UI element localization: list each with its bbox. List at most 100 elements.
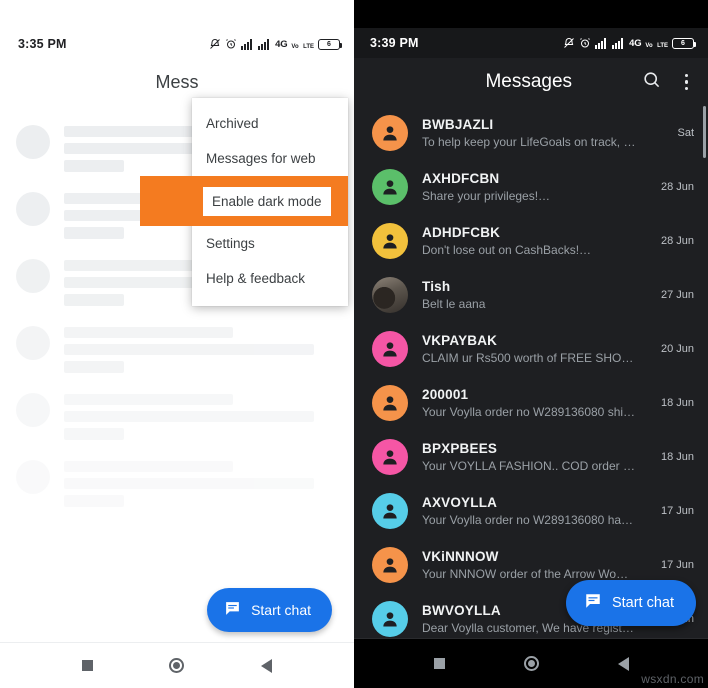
avatar xyxy=(372,115,408,151)
skeleton-lines xyxy=(64,391,336,440)
skeleton-avatar xyxy=(16,393,50,427)
avatar xyxy=(372,277,408,313)
network-4g-icon: 4G xyxy=(275,38,288,50)
app-bar-actions xyxy=(642,70,695,95)
conversation-date: 28 Jun xyxy=(660,235,694,247)
list-item-text: BPXPBEES Your VOYLLA FASHION.. COD order… xyxy=(422,441,641,473)
conversation-snippet: Belt le aana xyxy=(422,297,486,311)
left-status-bar: 3:35 PM 4G Vo LTE 6 xyxy=(0,28,354,60)
menu-item-settings[interactable]: Settings xyxy=(192,226,348,261)
avatar xyxy=(372,223,408,259)
menu-item-archived[interactable]: Archived xyxy=(192,106,348,141)
conversation-snippet: CLAIM ur Rs500 worth of FREE SHOP… xyxy=(422,351,637,365)
conversation-name: Tish xyxy=(422,279,451,294)
volte-icon: Vo LTE xyxy=(291,44,314,50)
square-icon[interactable] xyxy=(82,660,94,671)
page-title: Messages xyxy=(485,71,573,92)
skeleton-row xyxy=(0,315,354,382)
conversation-list[interactable]: BWBJAZLI To help keep your LifeGoals on … xyxy=(354,106,708,646)
conversation-date: 18 Jun xyxy=(660,451,694,463)
square-icon[interactable] xyxy=(433,658,445,669)
conversation-date: Sat xyxy=(677,127,694,139)
status-icons: 4G Vo LTE 6 xyxy=(563,34,696,52)
alarm-icon xyxy=(579,37,591,49)
skeleton-row xyxy=(0,382,354,449)
skeleton-avatar xyxy=(16,125,50,159)
list-item[interactable]: ADHDFCBK Don't lose out on CashBacks!… 2… xyxy=(354,214,708,268)
list-item-text: Tish Belt le aana xyxy=(422,279,641,311)
skeleton-row xyxy=(0,449,354,516)
alarm-icon xyxy=(225,38,237,50)
triangle-back-icon[interactable] xyxy=(617,656,629,671)
conversation-date: 17 Jun xyxy=(660,505,694,517)
search-icon[interactable] xyxy=(642,70,661,94)
conversation-snippet: To help keep your LifeGoals on track, Ba… xyxy=(422,135,637,149)
chat-bubble-icon xyxy=(224,600,241,620)
list-item-text: 200001 Your Voylla order no W289136080 s… xyxy=(422,387,641,419)
page-title: Mess xyxy=(155,72,199,92)
status-icons: 4G Vo LTE 6 xyxy=(209,35,342,53)
left-nav-bar[interactable] xyxy=(0,642,354,688)
avatar xyxy=(372,439,408,475)
silent-icon xyxy=(563,37,575,49)
list-item[interactable]: BWBJAZLI To help keep your LifeGoals on … xyxy=(354,106,708,160)
conversation-date: 27 Jun xyxy=(660,289,694,301)
conversation-snippet: Don't lose out on CashBacks!… xyxy=(422,243,592,257)
volte-icon: Vo LTE xyxy=(645,43,668,49)
avatar xyxy=(372,169,408,205)
circle-icon[interactable] xyxy=(169,658,185,673)
conversation-snippet: Your Voylla order no W289136080 shi… xyxy=(422,405,636,419)
conversation-name: AXVOYLLA xyxy=(422,495,498,510)
conversation-date: 18 Jun xyxy=(660,397,694,409)
signal-icon xyxy=(595,37,608,49)
triangle-back-icon[interactable] xyxy=(260,658,272,673)
signal-icon xyxy=(258,38,271,50)
skeleton-avatar xyxy=(16,460,50,494)
list-item-text: VKPAYBAK CLAIM ur Rs500 worth of FREE SH… xyxy=(422,333,641,365)
right-top-margin xyxy=(354,0,708,28)
skeleton-lines xyxy=(64,324,336,373)
silent-icon xyxy=(209,38,221,50)
conversation-name: 200001 xyxy=(422,387,469,402)
skeleton-avatar xyxy=(16,326,50,360)
list-item[interactable]: BPXPBEES Your VOYLLA FASHION.. COD order… xyxy=(354,430,708,484)
list-item[interactable]: Tish Belt le aana 27 Jun xyxy=(354,268,708,322)
skeleton-lines xyxy=(64,458,336,507)
right-app-bar: Messages xyxy=(354,58,708,106)
chat-bubble-icon xyxy=(584,592,602,614)
signal-icon xyxy=(241,38,254,50)
conversation-snippet: Your VOYLLA FASHION.. COD order 13… xyxy=(422,459,637,473)
list-item-text: VKiNNNOW Your NNNOW order of the Arrow W… xyxy=(422,549,641,581)
comparison-screenshot: 3:35 PM 4G Vo LTE 6 Mess Archived Messag… xyxy=(0,0,708,688)
conversation-snippet: Your NNNOW order of the Arrow Wom… xyxy=(422,567,637,581)
circle-icon[interactable] xyxy=(523,656,539,671)
avatar xyxy=(372,601,408,637)
menu-item-messages-for-web[interactable]: Messages for web xyxy=(192,141,348,176)
more-vert-icon[interactable] xyxy=(679,70,695,95)
menu-item-enable-dark-mode[interactable]: Enable dark mode xyxy=(140,176,348,226)
menu-item-help-feedback[interactable]: Help & feedback xyxy=(192,261,348,296)
scrollbar[interactable] xyxy=(702,106,706,158)
overflow-menu[interactable]: Archived Messages for web Enable dark mo… xyxy=(140,98,348,306)
avatar xyxy=(372,493,408,529)
list-item[interactable]: AXVOYLLA Your Voylla order no W289136080… xyxy=(354,484,708,538)
avatar xyxy=(372,385,408,421)
network-4g-icon: 4G xyxy=(629,37,642,49)
watermark: wsxdn.com xyxy=(641,672,704,686)
start-chat-label: Start chat xyxy=(611,595,674,611)
conversation-date: 17 Jun xyxy=(660,559,694,571)
conversation-date: 28 Jun xyxy=(660,181,694,193)
battery-icon: 6 xyxy=(672,37,696,49)
battery-icon: 6 xyxy=(318,38,342,50)
start-chat-fab[interactable]: Start chat xyxy=(207,588,332,632)
list-item[interactable]: 200001 Your Voylla order no W289136080 s… xyxy=(354,376,708,430)
conversation-name: BWBJAZLI xyxy=(422,117,494,132)
start-chat-fab[interactable]: Start chat xyxy=(565,580,696,626)
conversation-name: ADHDFCBK xyxy=(422,225,501,240)
right-phone-dark-mode: 3:39 PM 4G Vo LTE 6 Messages BWBJAZLI To… xyxy=(354,28,708,688)
status-time: 3:35 PM xyxy=(18,37,67,51)
avatar xyxy=(372,331,408,367)
list-item[interactable]: VKPAYBAK CLAIM ur Rs500 worth of FREE SH… xyxy=(354,322,708,376)
list-item[interactable]: AXHDFCBN Share your privileges!… 28 Jun xyxy=(354,160,708,214)
conversation-name: AXHDFCBN xyxy=(422,171,500,186)
